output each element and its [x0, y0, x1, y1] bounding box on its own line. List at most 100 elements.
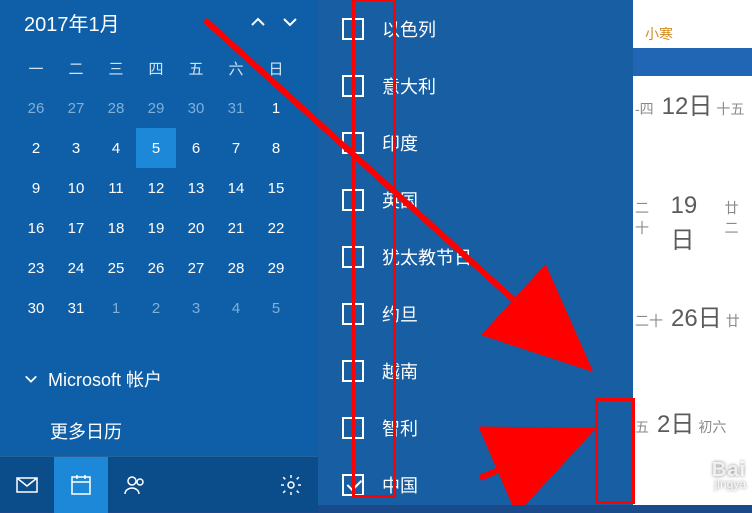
holiday-item[interactable]: 意大利 — [342, 57, 609, 114]
calendar-day[interactable]: 14 — [216, 168, 256, 208]
calendar-day[interactable]: 7 — [216, 128, 256, 168]
calendar-day[interactable]: 2 — [16, 128, 56, 168]
calendar-day[interactable]: 8 — [256, 128, 296, 168]
holiday-item[interactable]: 印度 — [342, 114, 609, 171]
calendar-day[interactable]: 28 — [96, 88, 136, 128]
bottom-toolbar — [0, 456, 318, 512]
calendar-day[interactable]: 1 — [256, 88, 296, 128]
calendar-day[interactable]: 4 — [216, 288, 256, 328]
holiday-checkbox[interactable] — [342, 132, 364, 154]
calendar-button[interactable] — [54, 457, 108, 513]
holiday-label: 越南 — [382, 358, 418, 384]
mini-calendar: 一二三四五六日 26272829303112345678910111213141… — [0, 48, 318, 328]
calendar-day[interactable]: 12 — [136, 168, 176, 208]
week-row-header[interactable]: 五2日初六 — [633, 404, 752, 439]
calendar-day[interactable]: 31 — [216, 88, 256, 128]
lunar-pre: 二十 — [635, 311, 663, 331]
calendar-day[interactable]: 22 — [256, 208, 296, 248]
calendar-day[interactable]: 25 — [96, 248, 136, 288]
calendar-day[interactable]: 2 — [136, 288, 176, 328]
calendar-day[interactable]: 23 — [16, 248, 56, 288]
holiday-checkbox[interactable] — [342, 189, 364, 211]
week-row-header[interactable]: 二十26日廿 — [633, 298, 752, 333]
holiday-item[interactable]: 英国 — [342, 171, 609, 228]
settings-button[interactable] — [264, 457, 318, 513]
calendar-day[interactable]: 10 — [56, 168, 96, 208]
chevron-up-icon — [250, 14, 266, 30]
holiday-checkbox[interactable] — [342, 474, 364, 496]
mail-icon — [15, 473, 39, 497]
weekday-header: 一 — [16, 48, 56, 88]
week-row-header[interactable]: -四12日十五 — [633, 86, 752, 121]
lunar-pre: 五 — [635, 417, 649, 437]
calendar-day[interactable]: 24 — [56, 248, 96, 288]
holiday-label: 英国 — [382, 187, 418, 213]
weekday-header: 日 — [256, 48, 296, 88]
holiday-checkbox[interactable] — [342, 360, 364, 382]
calendar-day[interactable]: 26 — [136, 248, 176, 288]
holiday-item[interactable]: 智利 — [342, 399, 609, 456]
calendar-day[interactable]: 5 — [256, 288, 296, 328]
people-icon — [123, 473, 147, 497]
calendar-day[interactable]: 5 — [136, 128, 176, 168]
holiday-checkbox[interactable] — [342, 246, 364, 268]
calendar-day[interactable]: 27 — [56, 88, 96, 128]
calendar-day[interactable]: 15 — [256, 168, 296, 208]
holiday-checkbox[interactable] — [342, 417, 364, 439]
calendar-day[interactable]: 13 — [176, 168, 216, 208]
calendar-day[interactable]: 19 — [136, 208, 176, 248]
calendar-day[interactable]: 3 — [176, 288, 216, 328]
calendar-day[interactable]: 21 — [216, 208, 256, 248]
holiday-checkbox[interactable] — [342, 18, 364, 40]
chevron-down-icon — [282, 14, 298, 30]
holiday-label: 中国 — [382, 472, 418, 498]
more-calendars-label: 更多日历 — [50, 422, 122, 442]
weekday-header: 三 — [96, 48, 136, 88]
calendar-day[interactable]: 29 — [136, 88, 176, 128]
prev-month-button[interactable] — [242, 6, 274, 38]
month-title: 2017年1月 — [24, 8, 242, 37]
calendar-day[interactable]: 1 — [96, 288, 136, 328]
date-number: 26日 — [663, 298, 726, 333]
calendar-day[interactable]: 11 — [96, 168, 136, 208]
lunar-label: 初六 — [698, 417, 726, 437]
next-month-button[interactable] — [274, 6, 306, 38]
lunar-label: 廿二 — [724, 198, 752, 238]
watermark: Bai jingya — [712, 463, 746, 491]
holiday-item[interactable]: 越南 — [342, 342, 609, 399]
holiday-item[interactable]: 以色列 — [342, 0, 609, 57]
week-row-header[interactable]: 二十19日廿二 — [633, 192, 752, 255]
calendar-day[interactable]: 17 — [56, 208, 96, 248]
lunar-label: 廿 — [726, 311, 740, 331]
calendar-day[interactable]: 26 — [16, 88, 56, 128]
calendar-icon — [69, 473, 93, 497]
calendar-day[interactable]: 30 — [16, 288, 56, 328]
holiday-checkbox[interactable] — [342, 75, 364, 97]
holiday-item[interactable]: 犹太教节日 — [342, 228, 609, 285]
date-number: 2日 — [649, 404, 698, 439]
calendar-day[interactable]: 27 — [176, 248, 216, 288]
calendar-day[interactable]: 20 — [176, 208, 216, 248]
calendar-day[interactable]: 29 — [256, 248, 296, 288]
weekday-header: 四 — [136, 48, 176, 88]
calendar-day[interactable]: 30 — [176, 88, 216, 128]
holiday-label: 约旦 — [382, 301, 418, 327]
holiday-checkbox[interactable] — [342, 303, 364, 325]
calendar-day[interactable]: 28 — [216, 248, 256, 288]
account-label: Microsoft 帐户 — [48, 366, 162, 392]
more-calendars[interactable]: 更多日历 — [16, 402, 302, 456]
account-microsoft[interactable]: Microsoft 帐户 — [16, 356, 302, 402]
holiday-item[interactable]: 中国 — [342, 456, 609, 513]
mail-button[interactable] — [0, 457, 54, 513]
calendar-day[interactable]: 6 — [176, 128, 216, 168]
calendar-day[interactable]: 9 — [16, 168, 56, 208]
holiday-item[interactable]: 约旦 — [342, 285, 609, 342]
date-number: 19日 — [663, 192, 725, 255]
calendar-day[interactable]: 3 — [56, 128, 96, 168]
people-button[interactable] — [108, 457, 162, 513]
calendar-day[interactable]: 31 — [56, 288, 96, 328]
calendar-day[interactable]: 4 — [96, 128, 136, 168]
weekday-header: 五 — [176, 48, 216, 88]
calendar-day[interactable]: 18 — [96, 208, 136, 248]
calendar-day[interactable]: 16 — [16, 208, 56, 248]
